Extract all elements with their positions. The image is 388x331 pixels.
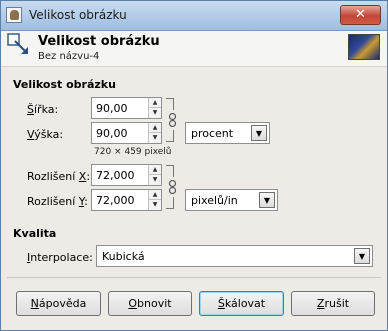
resolution-chain-button[interactable] bbox=[166, 165, 178, 209]
resolution-unit-value: pixelů/in bbox=[191, 194, 238, 207]
height-up-arrow-icon[interactable]: ▲ bbox=[149, 123, 161, 133]
resolution-y-label: Rozlišení Y: bbox=[27, 195, 88, 208]
quality-section-title: Kvalita bbox=[13, 227, 57, 240]
image-thumbnail bbox=[348, 34, 380, 60]
gimp-app-icon bbox=[6, 7, 22, 23]
dropdown-arrow-icon: ▼ bbox=[354, 248, 370, 264]
close-button[interactable]: ✕ bbox=[340, 5, 381, 25]
resolution-x-label: Rozlišení X: bbox=[27, 170, 91, 183]
resolution-y-spinbutton[interactable]: 72,000 ▲ ▼ bbox=[91, 189, 162, 211]
size-unit-value: procent bbox=[191, 127, 234, 140]
dropdown-arrow-icon: ▼ bbox=[251, 125, 267, 141]
button-separator bbox=[7, 277, 381, 278]
size-chain-button[interactable] bbox=[166, 98, 178, 142]
interpolation-label: Interpolace: bbox=[27, 251, 93, 264]
scale-button[interactable]: Škálovat bbox=[199, 291, 284, 316]
resolution-y-up-arrow-icon[interactable]: ▲ bbox=[149, 190, 161, 200]
resolution-x-up-arrow-icon[interactable]: ▲ bbox=[149, 165, 161, 175]
image-name: Bez názvu-4 bbox=[38, 51, 100, 62]
height-down-arrow-icon[interactable]: ▼ bbox=[149, 133, 161, 143]
width-down-arrow-icon[interactable]: ▼ bbox=[149, 108, 161, 118]
resolution-unit-select[interactable]: pixelů/in ▼ bbox=[185, 189, 278, 211]
help-button[interactable]: Nápověda bbox=[16, 291, 101, 316]
resolution-x-down-arrow-icon[interactable]: ▼ bbox=[149, 175, 161, 185]
image-size-section-title: Velikost obrázku bbox=[13, 78, 116, 91]
chain-link-icon bbox=[168, 180, 177, 194]
width-label: Šířka: bbox=[27, 103, 59, 116]
interpolation-value: Kubická bbox=[102, 250, 145, 263]
header-title: Velikost obrázku bbox=[38, 34, 160, 49]
scale-image-dialog: Velikost obrázku ✕ Velikost obrázku Bez … bbox=[0, 0, 388, 331]
width-spinbutton[interactable]: 90,00 ▲ ▼ bbox=[91, 97, 162, 119]
pixel-dimensions: 720 × 459 pixelů bbox=[94, 147, 172, 157]
dropdown-arrow-icon: ▼ bbox=[259, 192, 275, 208]
width-value: 90,00 bbox=[96, 102, 128, 115]
resolution-x-spinbutton[interactable]: 72,000 ▲ ▼ bbox=[91, 164, 162, 186]
dialog-header: Velikost obrázku Bez názvu-4 bbox=[1, 31, 387, 67]
chain-link-icon bbox=[168, 113, 177, 127]
scale-image-icon bbox=[7, 33, 28, 54]
title-bar[interactable]: Velikost obrázku ✕ bbox=[1, 1, 387, 31]
resolution-y-value: 72,000 bbox=[96, 194, 135, 207]
height-label: Výška: bbox=[27, 128, 64, 141]
height-value: 90,00 bbox=[96, 127, 128, 140]
cancel-button[interactable]: Zrušit bbox=[291, 291, 375, 316]
resolution-y-down-arrow-icon[interactable]: ▼ bbox=[149, 200, 161, 210]
window-title: Velikost obrázku bbox=[29, 8, 127, 22]
interpolation-select[interactable]: Kubická ▼ bbox=[96, 245, 373, 267]
height-spinbutton[interactable]: 90,00 ▲ ▼ bbox=[91, 122, 162, 144]
resolution-x-value: 72,000 bbox=[96, 169, 135, 182]
reset-button[interactable]: Obnovit bbox=[108, 291, 192, 316]
size-unit-select[interactable]: procent ▼ bbox=[185, 122, 270, 144]
width-up-arrow-icon[interactable]: ▲ bbox=[149, 98, 161, 108]
